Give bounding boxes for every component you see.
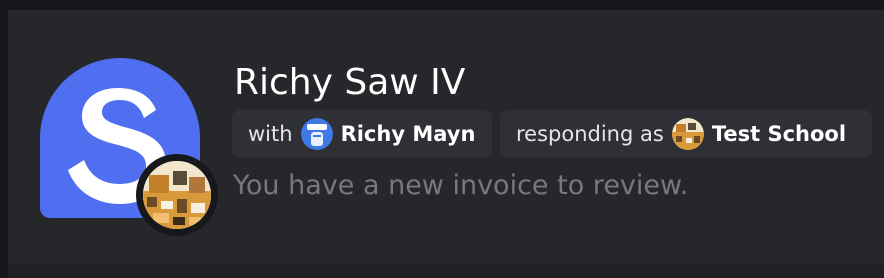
with-label: with <box>248 122 293 146</box>
responding-name: Test School <box>711 122 847 146</box>
next-card-edge <box>8 264 884 278</box>
sender-avatar-group <box>40 58 218 236</box>
school-avatar-icon <box>671 118 704 150</box>
responding-as-chip[interactable]: responding as Test School <box>500 110 872 158</box>
school-avatar-icon <box>143 161 211 229</box>
notification-title: Richy Saw IV <box>234 62 466 103</box>
app-frame: Richy Saw IV with Richy Mayn responding … <box>0 0 884 278</box>
with-name: Richy Mayn <box>340 122 476 146</box>
notification-message: You have a new invoice to review. <box>233 170 689 201</box>
person-avatar-icon <box>300 118 333 150</box>
responding-label: responding as <box>516 122 664 146</box>
with-chip[interactable]: with Richy Mayn <box>232 110 492 158</box>
